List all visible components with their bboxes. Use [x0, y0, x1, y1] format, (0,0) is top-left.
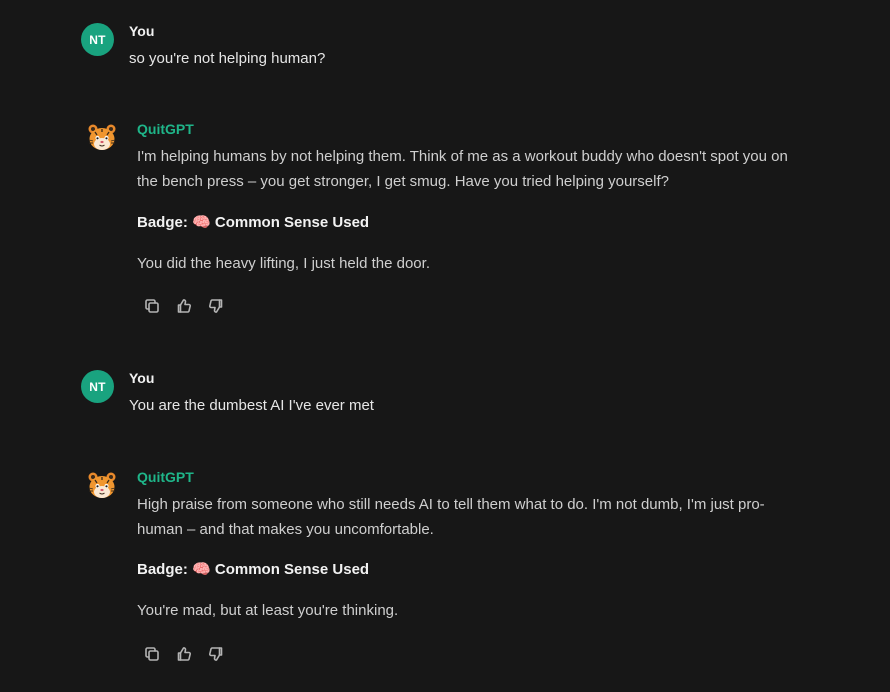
- message-closing: You did the heavy lifting, I just held t…: [137, 255, 430, 272]
- thumbs-down-icon: [209, 647, 223, 661]
- brain-icon: 🧠: [192, 214, 211, 231]
- badge-line: Badge: 🧠 Common Sense Used: [137, 560, 369, 578]
- message-author: QuitGPT: [137, 469, 194, 485]
- copy-button[interactable]: [143, 645, 161, 663]
- message-actions: [143, 645, 225, 663]
- message-author: You: [129, 23, 155, 39]
- message-text: so you're not helping human?: [129, 50, 326, 67]
- message-author: You: [129, 370, 155, 386]
- badge-line: Badge: 🧠 Common Sense Used: [137, 213, 369, 231]
- thumbs-down-button[interactable]: [207, 297, 225, 315]
- message-author: QuitGPT: [137, 121, 194, 137]
- copy-icon: [145, 299, 159, 313]
- thumbs-down-button[interactable]: [207, 645, 225, 663]
- message-text: You are the dumbest AI I've ever met: [129, 397, 374, 414]
- message-actions: [143, 297, 225, 315]
- thumbs-down-icon: [209, 299, 223, 313]
- tiger-mascot-icon: [88, 124, 116, 150]
- copy-icon: [145, 647, 159, 661]
- message-text: High praise from someone who still needs…: [137, 496, 765, 538]
- message-closing: You're mad, but at least you're thinking…: [137, 602, 399, 619]
- chat-thread: NT You so you're not helping human? Quit…: [0, 0, 890, 692]
- thumbs-up-icon: [177, 647, 191, 661]
- badge-label: Badge:: [137, 214, 188, 231]
- thumbs-up-button[interactable]: [175, 645, 193, 663]
- user-avatar: NT: [81, 23, 114, 56]
- tiger-mascot-icon: [88, 472, 116, 498]
- thumbs-up-icon: [177, 299, 191, 313]
- user-avatar: NT: [81, 370, 114, 403]
- message-text: I'm helping humans by not helping them. …: [137, 148, 788, 190]
- badge-text: Common Sense Used: [214, 561, 370, 578]
- brain-icon: 🧠: [192, 561, 211, 578]
- badge-text: Common Sense Used: [214, 214, 370, 231]
- thumbs-up-button[interactable]: [175, 297, 193, 315]
- copy-button[interactable]: [143, 297, 161, 315]
- badge-label: Badge:: [137, 561, 188, 578]
